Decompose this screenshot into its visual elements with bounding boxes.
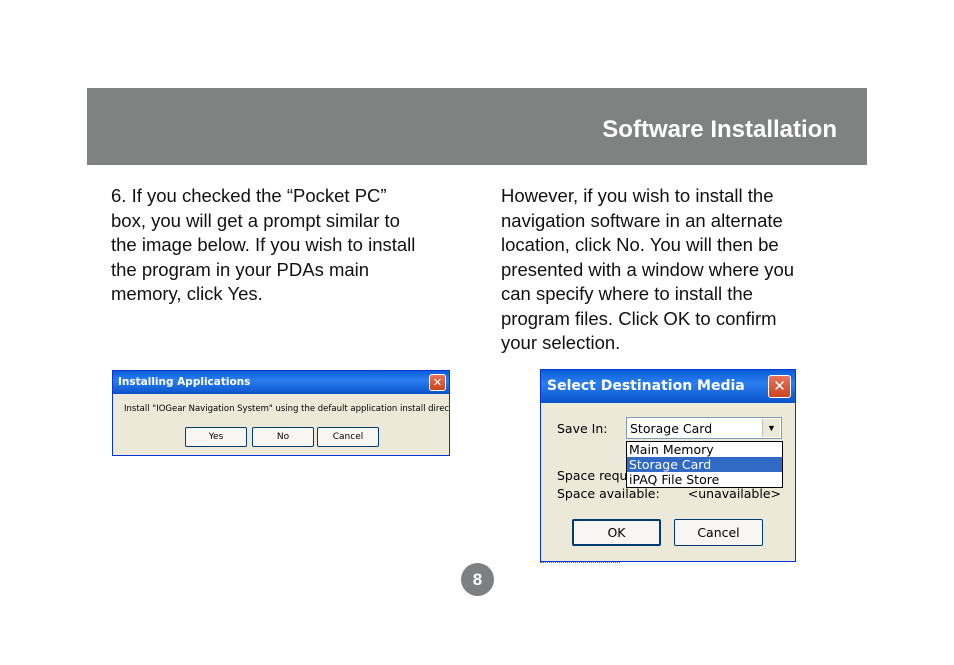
- space-available-value: <unavailable>: [687, 486, 781, 501]
- instruction-step-6: 6. If you checked the “Pocket PC” box, y…: [111, 185, 416, 304]
- space-required-label: Space requi: [557, 468, 631, 483]
- cancel-button[interactable]: Cancel: [674, 519, 763, 546]
- dialog-title-bar: Select Destination Media ✕: [541, 370, 795, 403]
- dialog-title-bar: Installing Applications ✕: [113, 371, 449, 394]
- save-in-dropdown-list: Main Memory Storage Card iPAQ File Store: [626, 441, 783, 488]
- save-in-select[interactable]: Storage Card ▼: [626, 417, 782, 439]
- chevron-down-icon[interactable]: ▼: [762, 419, 780, 437]
- cancel-button[interactable]: Cancel: [317, 427, 379, 447]
- dialog-title: Select Destination Media: [547, 378, 745, 394]
- header-bar: Software Installation: [87, 88, 867, 165]
- cropped-dialog-edge: [540, 562, 620, 566]
- no-button[interactable]: No: [252, 427, 314, 447]
- dialog-title: Installing Applications: [118, 376, 251, 388]
- close-icon[interactable]: ✕: [429, 374, 446, 391]
- space-available-label: Space available:: [557, 486, 660, 501]
- installing-applications-dialog: Installing Applications ✕ Install "IOGea…: [112, 370, 450, 456]
- instruction-alternate-location: However, if you wish to install the navi…: [501, 185, 795, 353]
- dialog-message: Install "IOGear Navigation System" using…: [124, 404, 450, 414]
- page-number-badge: 8: [461, 563, 494, 596]
- save-in-value: Storage Card: [630, 421, 713, 436]
- dropdown-option-storage-card[interactable]: Storage Card: [627, 457, 782, 472]
- yes-button[interactable]: Yes: [185, 427, 247, 447]
- section-title: Software Installation: [602, 116, 837, 143]
- dropdown-option-ipaq-file-store[interactable]: iPAQ File Store: [627, 472, 782, 487]
- dropdown-option-main-memory[interactable]: Main Memory: [627, 442, 782, 457]
- save-in-label: Save In:: [557, 421, 608, 436]
- close-icon[interactable]: ✕: [768, 375, 791, 398]
- select-destination-media-dialog: Select Destination Media ✕ Save In: Stor…: [540, 369, 796, 562]
- ok-button[interactable]: OK: [572, 519, 661, 546]
